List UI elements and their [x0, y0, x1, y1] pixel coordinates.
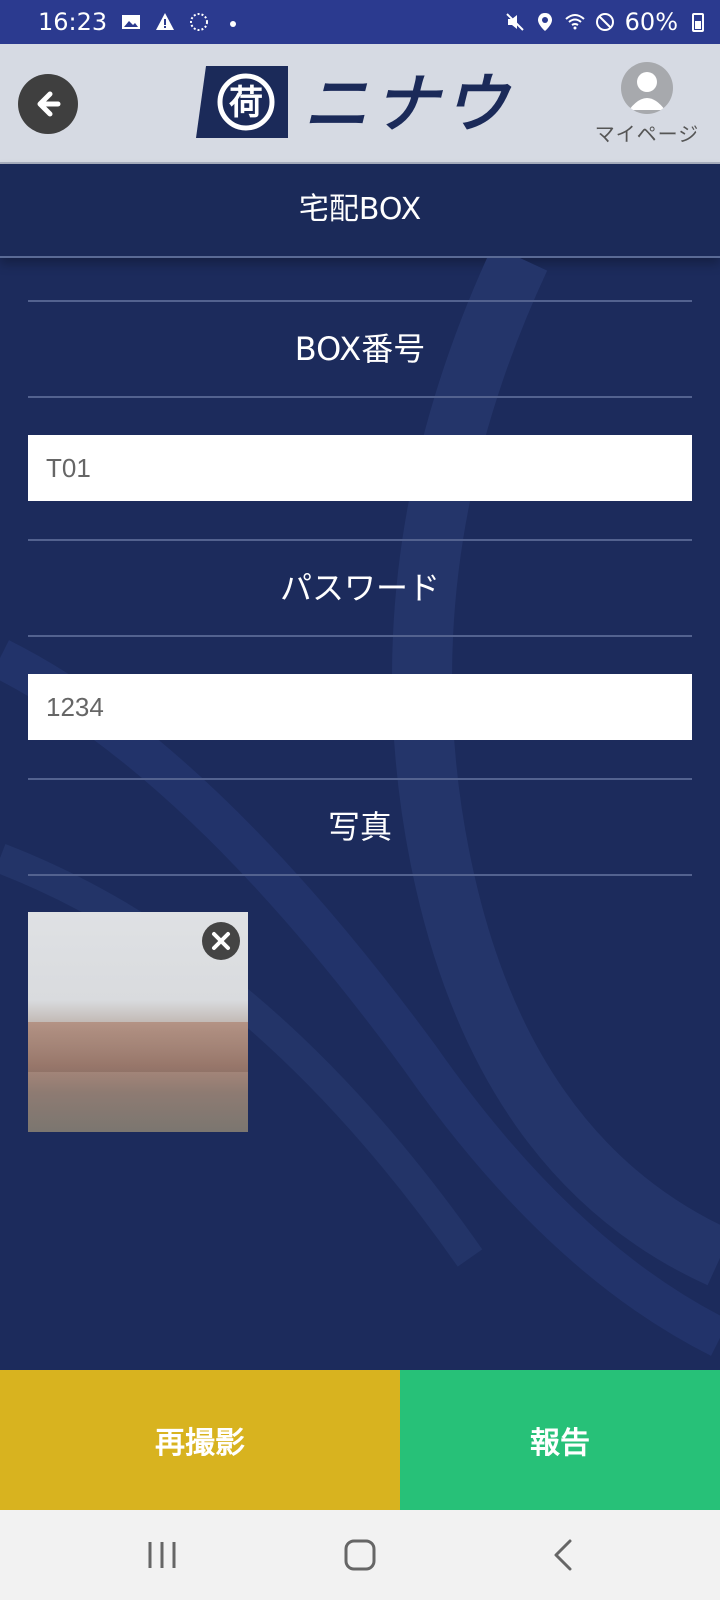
user-avatar-icon — [621, 62, 673, 114]
close-icon — [212, 932, 230, 950]
back-button[interactable] — [18, 74, 78, 134]
box-number-label: BOX番号 — [28, 300, 692, 398]
system-nav-bar — [0, 1510, 720, 1600]
status-bar: 16:23 60% — [0, 0, 720, 44]
back-nav-icon[interactable] — [546, 1538, 582, 1572]
action-bar: 再撮影 報告 — [0, 1370, 720, 1510]
status-time: 16:23 — [38, 8, 108, 36]
dot-icon — [230, 21, 237, 27]
wifi-icon — [564, 14, 585, 30]
logo-text: ニナウ — [304, 68, 514, 140]
loading-icon — [190, 13, 209, 31]
report-button[interactable]: 報告 — [400, 1370, 720, 1510]
box-number-field[interactable]: T01 — [28, 435, 692, 501]
arrow-left-icon — [37, 91, 61, 117]
logo-kanji: 荷 — [229, 83, 263, 123]
dnd-icon — [595, 13, 614, 31]
battery-percent: 60% — [624, 8, 678, 36]
password-label: パスワード — [28, 539, 692, 637]
recent-apps-icon[interactable] — [144, 1538, 180, 1572]
retake-button[interactable]: 再撮影 — [0, 1370, 400, 1510]
warning-icon — [156, 13, 175, 30]
mypage-button[interactable]: マイページ — [592, 62, 702, 147]
app-logo: 荷 ニナウ — [196, 64, 526, 142]
photo-label: 写真 — [28, 778, 692, 876]
password-field[interactable]: 1234 — [28, 674, 692, 740]
battery-icon — [692, 13, 704, 32]
home-icon[interactable] — [342, 1538, 378, 1572]
image-icon — [122, 15, 141, 29]
app-header: 荷 ニナウ マイページ — [0, 44, 720, 164]
page-title: 宅配BOX — [0, 164, 720, 258]
mute-icon — [505, 13, 524, 31]
location-icon — [537, 13, 552, 31]
mypage-label: マイページ — [594, 122, 700, 146]
remove-photo-button[interactable] — [202, 922, 240, 960]
